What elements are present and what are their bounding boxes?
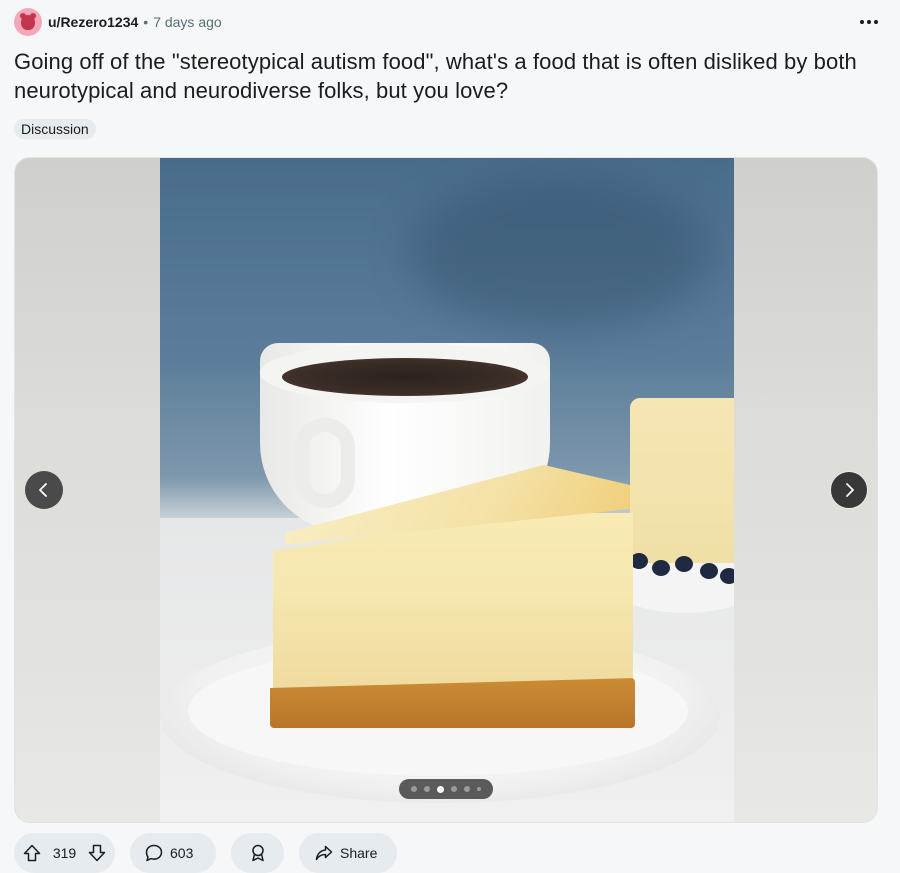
gallery-pagination <box>399 779 493 799</box>
background-cake-slice <box>630 398 734 563</box>
more-options-button[interactable] <box>856 10 882 34</box>
page-dot[interactable] <box>464 786 470 792</box>
more-horizontal-icon <box>860 20 864 24</box>
chevron-right-icon <box>846 483 854 497</box>
page-dot[interactable] <box>451 786 457 792</box>
downvote-button[interactable] <box>87 843 107 863</box>
post-card: u/Rezero1234 • 7 days ago Going off of t… <box>0 0 900 873</box>
comment-bubble-icon <box>145 844 163 862</box>
comment-count: 603 <box>170 845 194 861</box>
share-button[interactable]: Share <box>299 833 397 873</box>
award-icon <box>251 844 264 862</box>
award-button[interactable] <box>231 833 284 873</box>
post-title[interactable]: Going off of the "stereotypical autism f… <box>14 47 874 105</box>
avatar[interactable] <box>14 8 42 36</box>
gallery-next-button[interactable] <box>830 471 868 509</box>
comments-button[interactable]: 603 <box>130 833 216 873</box>
vote-control: 319 <box>14 833 115 873</box>
author-link[interactable]: u/Rezero1234 <box>48 14 138 30</box>
page-dot-active[interactable] <box>437 785 444 793</box>
gallery-image[interactable] <box>160 158 734 822</box>
meta-separator: • <box>143 14 149 30</box>
page-dot[interactable] <box>424 786 430 792</box>
share-label: Share <box>340 845 378 861</box>
upvote-button[interactable] <box>22 843 42 863</box>
flair-badge[interactable]: Discussion <box>14 119 96 139</box>
gallery-prev-button[interactable] <box>25 471 63 509</box>
share-arrow-icon <box>315 845 333 861</box>
action-bar: 319 603 Share <box>14 833 397 873</box>
image-gallery[interactable] <box>14 157 878 823</box>
page-dot[interactable] <box>411 786 417 792</box>
upvote-count: 319 <box>52 845 77 861</box>
page-dot[interactable] <box>477 787 481 791</box>
chevron-left-icon <box>39 483 47 497</box>
post-meta: u/Rezero1234 • 7 days ago <box>14 8 222 36</box>
post-time: 7 days ago <box>153 14 222 30</box>
